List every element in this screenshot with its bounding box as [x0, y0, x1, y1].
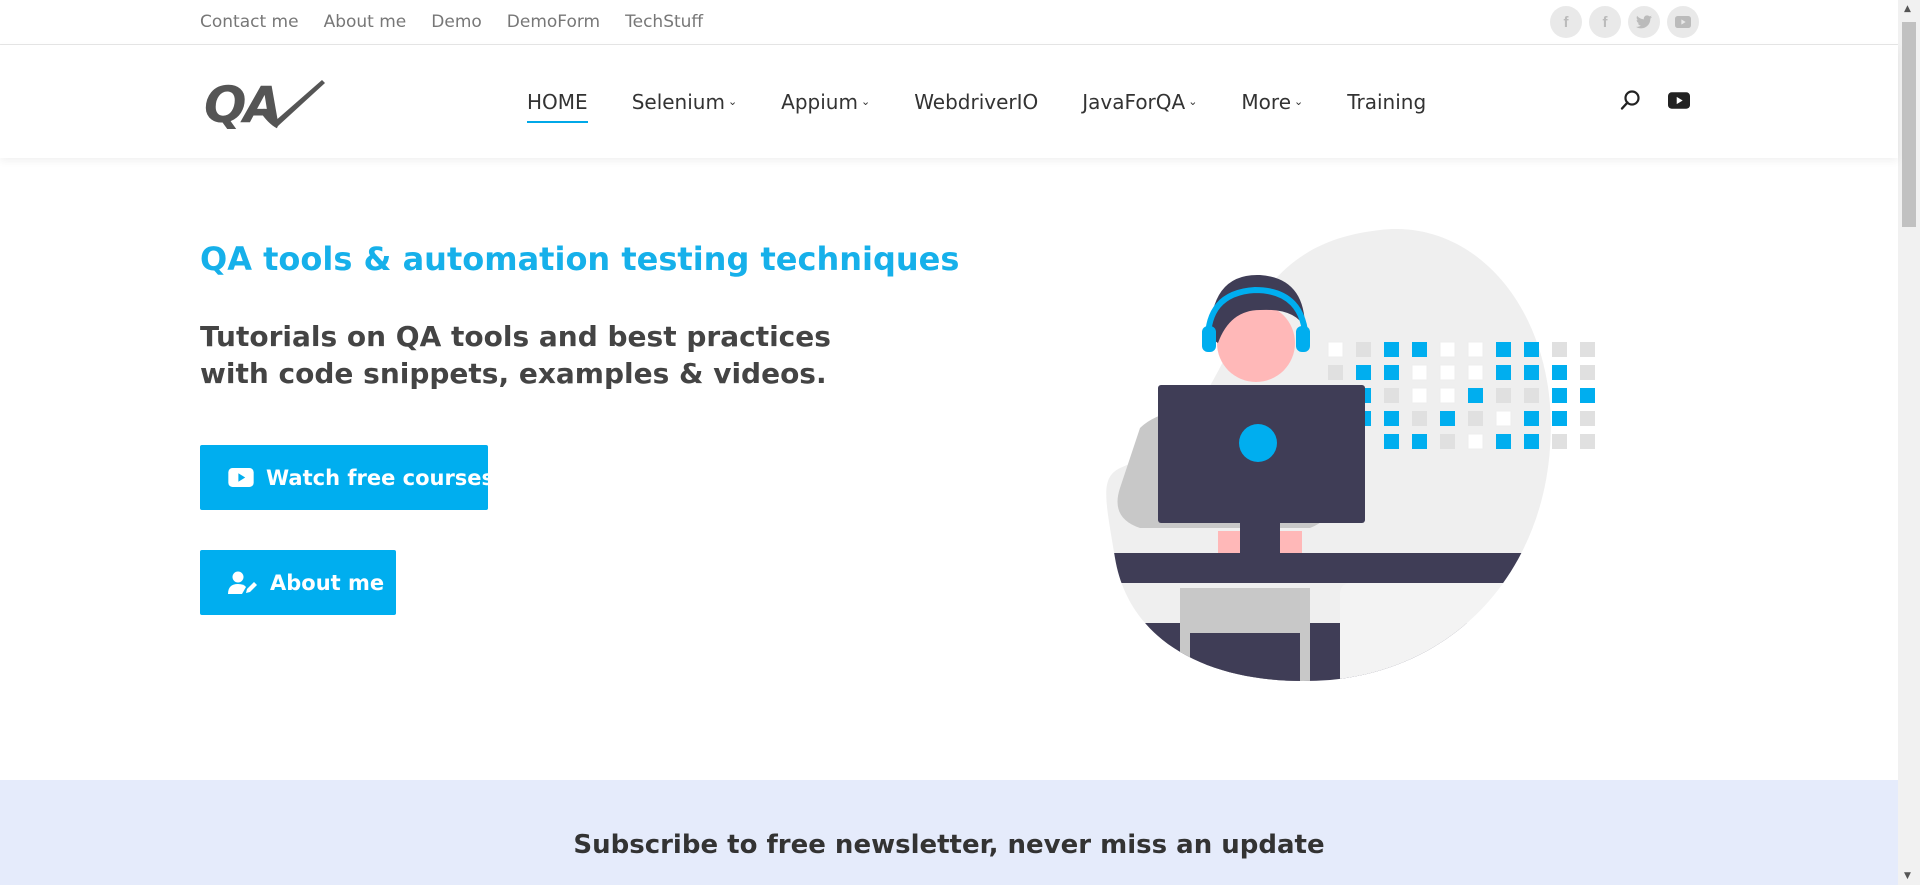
header-icons	[1620, 89, 1690, 115]
hero-description: Tutorials on QA tools and best practices…	[200, 320, 831, 390]
nav-home[interactable]: HOME	[527, 89, 588, 123]
twitter-icon[interactable]	[1628, 6, 1660, 38]
nav-selenium-label: Selenium	[631, 89, 725, 114]
nav-more[interactable]: More ⌄	[1241, 90, 1303, 114]
about-me-label: About me	[270, 570, 385, 595]
user-edit-icon	[228, 571, 258, 595]
hero-illustration	[1080, 228, 1610, 683]
top-link-techstuff[interactable]: TechStuff	[625, 12, 703, 32]
youtube-icon[interactable]	[1668, 91, 1690, 113]
newsletter-title: Subscribe to free newsletter, never miss…	[573, 830, 1325, 860]
nav-training-label: Training	[1347, 89, 1427, 114]
chevron-down-icon: ⌄	[860, 95, 871, 108]
facebook-icon[interactable]: f	[1550, 6, 1582, 38]
nav-training[interactable]: Training	[1347, 90, 1426, 114]
svg-text:QA: QA	[204, 76, 279, 130]
nav-appium[interactable]: Appium ⌄	[781, 90, 870, 114]
newsletter-section: Subscribe to free newsletter, never miss…	[0, 780, 1898, 885]
site-logo[interactable]: QA	[202, 70, 327, 134]
top-link-demoform[interactable]: DemoForm	[507, 12, 600, 32]
main-header: QA HOME Selenium ⌄ Appium ⌄ WebdriverIO Ja…	[0, 45, 1898, 158]
nav-more-label: More	[1241, 89, 1292, 114]
nav-appium-label: Appium	[781, 89, 858, 114]
nav-selenium[interactable]: Selenium ⌄	[632, 90, 737, 114]
main-nav: HOME Selenium ⌄ Appium ⌄ WebdriverIO JavaF…	[527, 45, 1426, 158]
scroll-thumb[interactable]	[1902, 22, 1916, 227]
nav-javaforqa-label: JavaForQA	[1082, 89, 1186, 114]
scroll-down-arrow[interactable]: ▼	[1904, 871, 1911, 881]
nav-home-label: HOME	[527, 89, 588, 114]
top-link-about[interactable]: About me	[324, 12, 407, 32]
top-links: Contact me About me Demo DemoForm TechSt…	[200, 0, 703, 44]
chevron-down-icon: ⌄	[1188, 95, 1198, 108]
nav-webdriverio-label: WebdriverIO	[914, 89, 1039, 114]
watch-courses-button[interactable]: Watch free courses	[200, 445, 494, 510]
search-icon[interactable]	[1620, 89, 1642, 115]
page-scrollbar[interactable]: ▲ ▼	[1898, 0, 1920, 885]
chevron-down-icon: ⌄	[1294, 95, 1304, 108]
hero-kicker: QA tools & automation testing techniques	[200, 240, 960, 278]
social-links: f f	[1550, 6, 1699, 38]
chevron-down-icon: ⌄	[727, 95, 738, 108]
facebook-icon[interactable]: f	[1589, 6, 1621, 38]
youtube-icon[interactable]	[1667, 6, 1699, 38]
about-me-button[interactable]: About me	[200, 550, 396, 615]
watch-courses-label: Watch free courses	[266, 465, 495, 490]
nav-webdriverio[interactable]: WebdriverIO	[914, 90, 1038, 114]
top-link-contact[interactable]: Contact me	[200, 12, 299, 32]
youtube-icon	[228, 468, 254, 487]
nav-javaforqa[interactable]: JavaForQA ⌄	[1082, 90, 1197, 114]
scroll-up-arrow[interactable]: ▲	[1904, 4, 1911, 14]
top-bar: Contact me About me Demo DemoForm TechSt…	[0, 0, 1898, 45]
top-link-demo[interactable]: Demo	[431, 12, 482, 32]
